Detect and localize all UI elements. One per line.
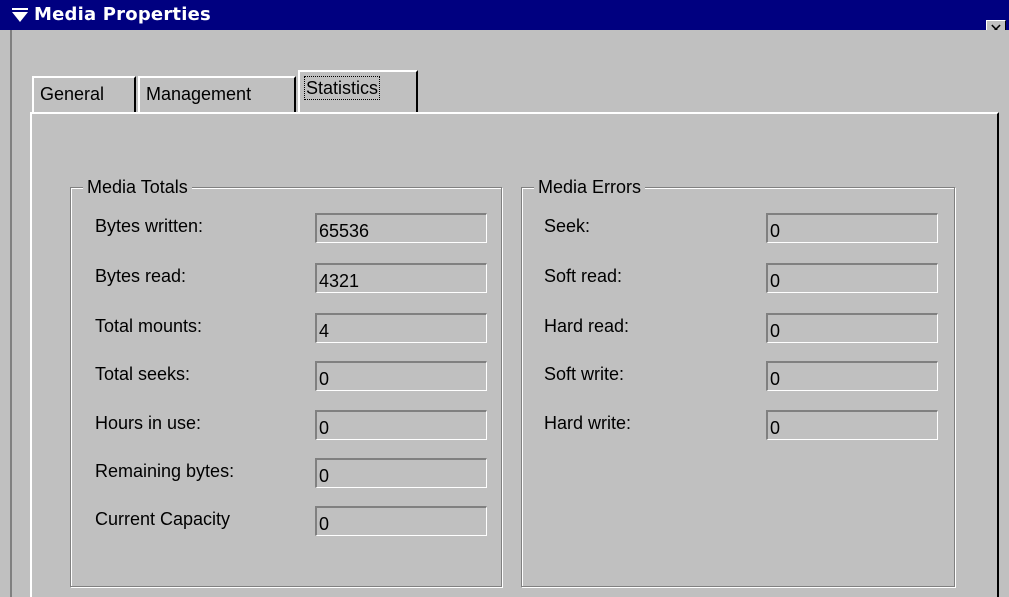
soft-write-errors-field[interactable]: 0 (766, 361, 938, 391)
seek-errors-field[interactable]: 0 (766, 213, 938, 243)
hours-in-use-label: Hours in use: (95, 413, 202, 433)
bytes-written-label: Bytes written: (95, 216, 204, 236)
tab-statistics-label: Statistics (303, 76, 381, 100)
remaining-bytes-field[interactable]: 0 (315, 458, 487, 488)
window-title: Media Properties (34, 4, 211, 25)
hours-in-use-field[interactable]: 0 (315, 410, 487, 440)
total-seeks-label: Total seeks: (95, 364, 191, 384)
hard-read-errors-field[interactable]: 0 (766, 313, 938, 343)
triangle-menu-icon[interactable] (10, 5, 30, 25)
bytes-read-field[interactable]: 4321 (315, 263, 487, 293)
soft-read-errors-field[interactable]: 0 (766, 263, 938, 293)
tab-general[interactable]: General (32, 76, 136, 114)
bytes-read-label: Bytes read: (95, 266, 187, 286)
hard-write-errors-field[interactable]: 0 (766, 410, 938, 440)
total-mounts-field[interactable]: 4 (315, 313, 487, 343)
tab-general-label: General (40, 84, 105, 104)
tab-management[interactable]: Management (138, 76, 296, 114)
tab-statistics[interactable]: Statistics (298, 70, 418, 112)
bytes-written-field[interactable]: 65536 (315, 213, 487, 243)
current-capacity-label: Current Capacity (95, 509, 231, 529)
title-bar[interactable]: Media Properties (0, 0, 1009, 30)
hard-read-errors-label: Hard read: (544, 316, 630, 336)
media-errors-group: Media Errors Seek: 0 Soft read: 0 Hard r… (521, 177, 955, 587)
total-seeks-field[interactable]: 0 (315, 361, 487, 391)
soft-read-errors-label: Soft read: (544, 266, 623, 286)
current-capacity-field[interactable]: 0 (315, 506, 487, 536)
hard-write-errors-label: Hard write: (544, 413, 632, 433)
tab-management-label: Management (146, 84, 252, 104)
soft-write-errors-label: Soft write: (544, 364, 625, 384)
statistics-panel: Media Totals Bytes written: 65536 Bytes … (30, 112, 999, 597)
total-mounts-label: Total mounts: (95, 316, 203, 336)
media-totals-group: Media Totals Bytes written: 65536 Bytes … (70, 177, 502, 587)
seek-errors-label: Seek: (544, 216, 591, 236)
media-errors-title: Media Errors (534, 177, 646, 197)
remaining-bytes-label: Remaining bytes: (95, 461, 235, 481)
media-totals-title: Media Totals (83, 177, 192, 197)
media-properties-window: Media Properties ✕ General Management St… (0, 0, 1009, 597)
